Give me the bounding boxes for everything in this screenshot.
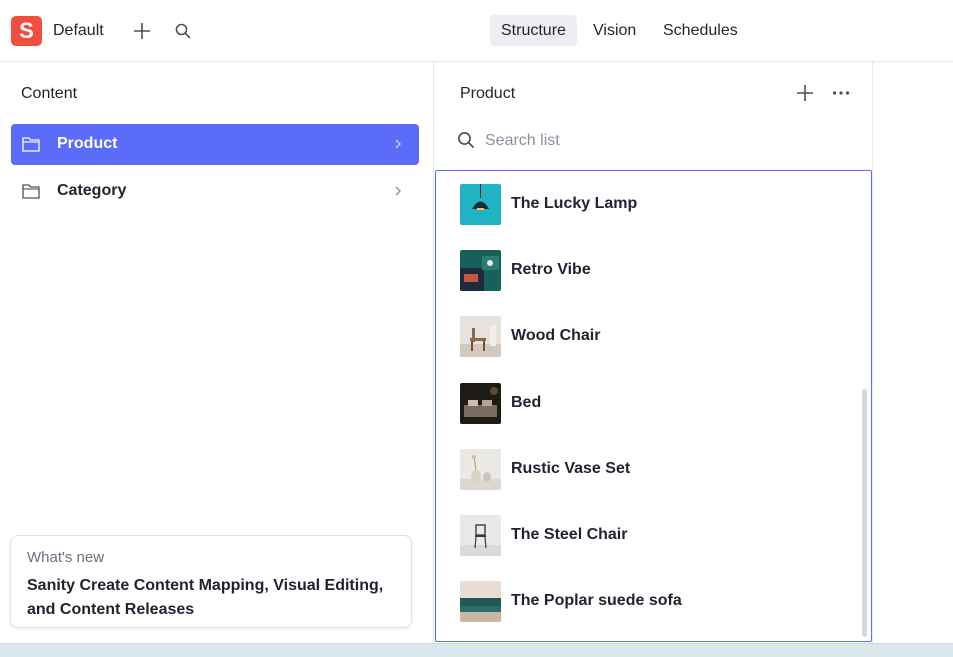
- sofa-thumbnail: [460, 581, 501, 622]
- list-item[interactable]: Bed: [436, 370, 856, 436]
- list-item[interactable]: The Poplar suede sofa: [436, 568, 856, 634]
- whats-new-text: Sanity Create Content Mapping, Visual Ed…: [27, 577, 384, 618]
- search-icon: [175, 23, 191, 39]
- product-results-list: The Lucky Lamp Retro Vibe Wood Chair Bed: [435, 170, 872, 642]
- bed-thumbnail: [460, 383, 501, 424]
- content-pane-title: Content: [21, 85, 78, 102]
- retro-thumbnail: [460, 250, 501, 291]
- empty-document-pane: [874, 62, 953, 643]
- list-item-name: Retro Vibe: [511, 261, 591, 278]
- chevron-right-icon: [395, 139, 401, 149]
- whats-new-label: What's new: [27, 549, 105, 566]
- list-item-name: The Steel Chair: [511, 526, 628, 543]
- list-item-name: Wood Chair: [511, 327, 601, 344]
- nav-item-label: Category: [57, 182, 127, 199]
- list-pane-title: Product: [460, 85, 516, 102]
- search-icon: [457, 131, 477, 151]
- folder-icon: [22, 137, 40, 152]
- logo-letter: S: [19, 18, 34, 43]
- list-item[interactable]: The Lucky Lamp: [436, 171, 856, 237]
- list-item[interactable]: Retro Vibe: [436, 237, 856, 303]
- list-item-name: Bed: [511, 394, 542, 411]
- create-product-button[interactable]: [793, 81, 817, 105]
- lamp-thumbnail: [460, 184, 501, 225]
- list-scrollbar[interactable]: [862, 389, 867, 637]
- create-new-button[interactable]: [130, 19, 154, 43]
- sanity-logo[interactable]: S: [11, 16, 42, 46]
- workspace-name[interactable]: Default: [53, 22, 104, 40]
- list-item[interactable]: The Steel Chair: [436, 502, 856, 568]
- whats-new-card[interactable]: What's new Sanity Create Content Mapping…: [10, 535, 412, 628]
- list-item-name: Rustic Vase Set: [511, 460, 631, 477]
- wood-chair-thumbnail: [460, 316, 501, 357]
- plus-icon: [134, 23, 150, 39]
- chevron-right-icon: [395, 186, 401, 196]
- search-list-input[interactable]: [485, 126, 845, 156]
- tab-vision[interactable]: Vision: [582, 15, 647, 46]
- folder-icon: [22, 184, 40, 199]
- nav-item-category[interactable]: Category: [11, 171, 419, 212]
- more-options-button[interactable]: [829, 82, 853, 104]
- nav-item-product[interactable]: Product: [11, 124, 419, 165]
- global-search-button[interactable]: [172, 20, 194, 42]
- content-pane: Content Product Category What's new Sani…: [0, 62, 434, 643]
- product-list-pane: Product The Lucky Lamp Retro Vibe Wood C…: [435, 62, 873, 643]
- list-item-name: The Poplar suede sofa: [511, 592, 682, 609]
- top-navbar: S Default Structure Vision Schedules: [0, 0, 953, 62]
- ellipsis-icon: [832, 91, 850, 95]
- list-item-name: The Lucky Lamp: [511, 195, 638, 212]
- window-bottom-edge: [0, 643, 953, 657]
- vase-thumbnail: [460, 449, 501, 490]
- list-item[interactable]: Rustic Vase Set: [436, 436, 856, 502]
- tab-structure[interactable]: Structure: [490, 15, 577, 46]
- tab-schedules[interactable]: Schedules: [652, 15, 749, 46]
- list-item[interactable]: Wood Chair: [436, 303, 856, 369]
- plus-icon: [797, 85, 813, 101]
- nav-item-label: Product: [57, 135, 118, 152]
- steel-chair-thumbnail: [460, 515, 501, 556]
